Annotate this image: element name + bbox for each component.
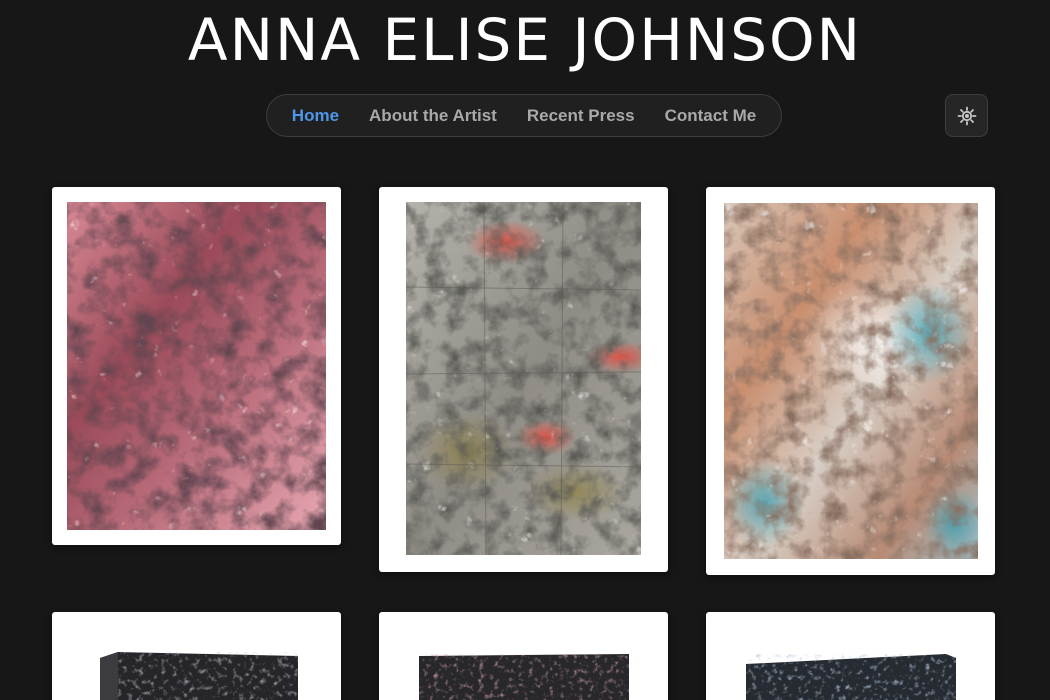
- artwork-card-1[interactable]: [52, 187, 341, 545]
- nav-home[interactable]: Home: [292, 106, 339, 126]
- artwork-image-pink: [67, 202, 326, 530]
- artwork-image-stone-3: [746, 654, 956, 700]
- theme-toggle-button[interactable]: [945, 94, 988, 137]
- main-nav: Home About the Artist Recent Press Conta…: [266, 94, 782, 137]
- nav-about-the-artist[interactable]: About the Artist: [369, 106, 497, 126]
- nav-contact-me[interactable]: Contact Me: [665, 106, 757, 126]
- site-title: ANNA ELISE JOHNSON: [187, 6, 863, 74]
- artwork-card-5[interactable]: [379, 612, 668, 700]
- page: ANNA ELISE JOHNSON Home About the Artist…: [0, 0, 1050, 700]
- artwork-image-stone-1: [100, 652, 298, 700]
- nav-recent-press[interactable]: Recent Press: [527, 106, 635, 126]
- artwork-card-4[interactable]: [52, 612, 341, 700]
- sun-icon: [957, 106, 976, 125]
- artwork-card-3[interactable]: [706, 187, 995, 575]
- artwork-image-silver: [406, 202, 641, 555]
- artwork-image-stone-2: [419, 654, 629, 700]
- artwork-card-6[interactable]: [706, 612, 995, 700]
- artwork-image-rainbow: [724, 203, 978, 559]
- artwork-card-2[interactable]: [379, 187, 668, 572]
